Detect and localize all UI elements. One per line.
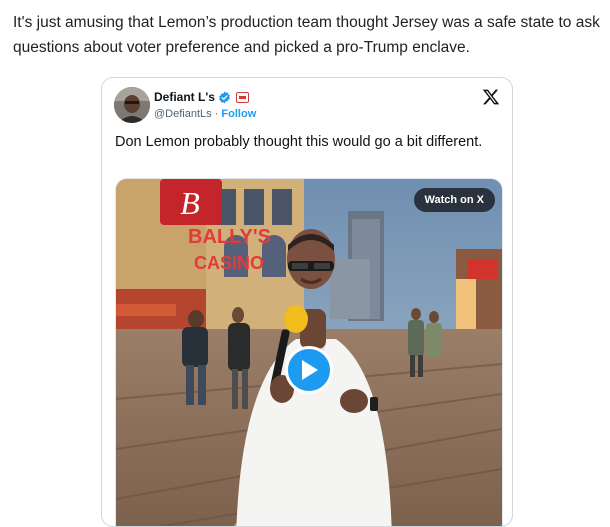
x-logo-icon[interactable] (482, 88, 500, 106)
separator-dot: · (211, 108, 222, 120)
svg-text:B: B (180, 185, 200, 221)
embedded-tweet-card[interactable]: Defiant L's @DefiantLs · Follow Don Lemo… (101, 77, 513, 527)
follow-link[interactable]: Follow (221, 108, 256, 120)
sign-ballys: BALLY'S (188, 226, 271, 248)
author-handle[interactable]: @DefiantLs (154, 108, 212, 120)
watch-on-x-button[interactable]: Watch on X (413, 188, 495, 212)
avatar-image (114, 87, 150, 123)
sign-casino: CASINO (194, 253, 264, 273)
verified-badge-icon (218, 91, 231, 104)
author-name[interactable]: Defiant L's (154, 90, 215, 104)
author-avatar[interactable] (114, 87, 150, 123)
video-media[interactable]: B BALLY'S CASINO Watch on X (115, 178, 503, 526)
play-button[interactable] (285, 346, 333, 394)
post-text: It's just amusing that Lemon’s productio… (13, 14, 600, 56)
affiliate-badge-icon (235, 91, 249, 103)
author-block: Defiant L's @DefiantLs · Follow (154, 89, 256, 121)
play-icon (302, 360, 318, 380)
tweet-text: Don Lemon probably thought this would go… (115, 134, 483, 150)
